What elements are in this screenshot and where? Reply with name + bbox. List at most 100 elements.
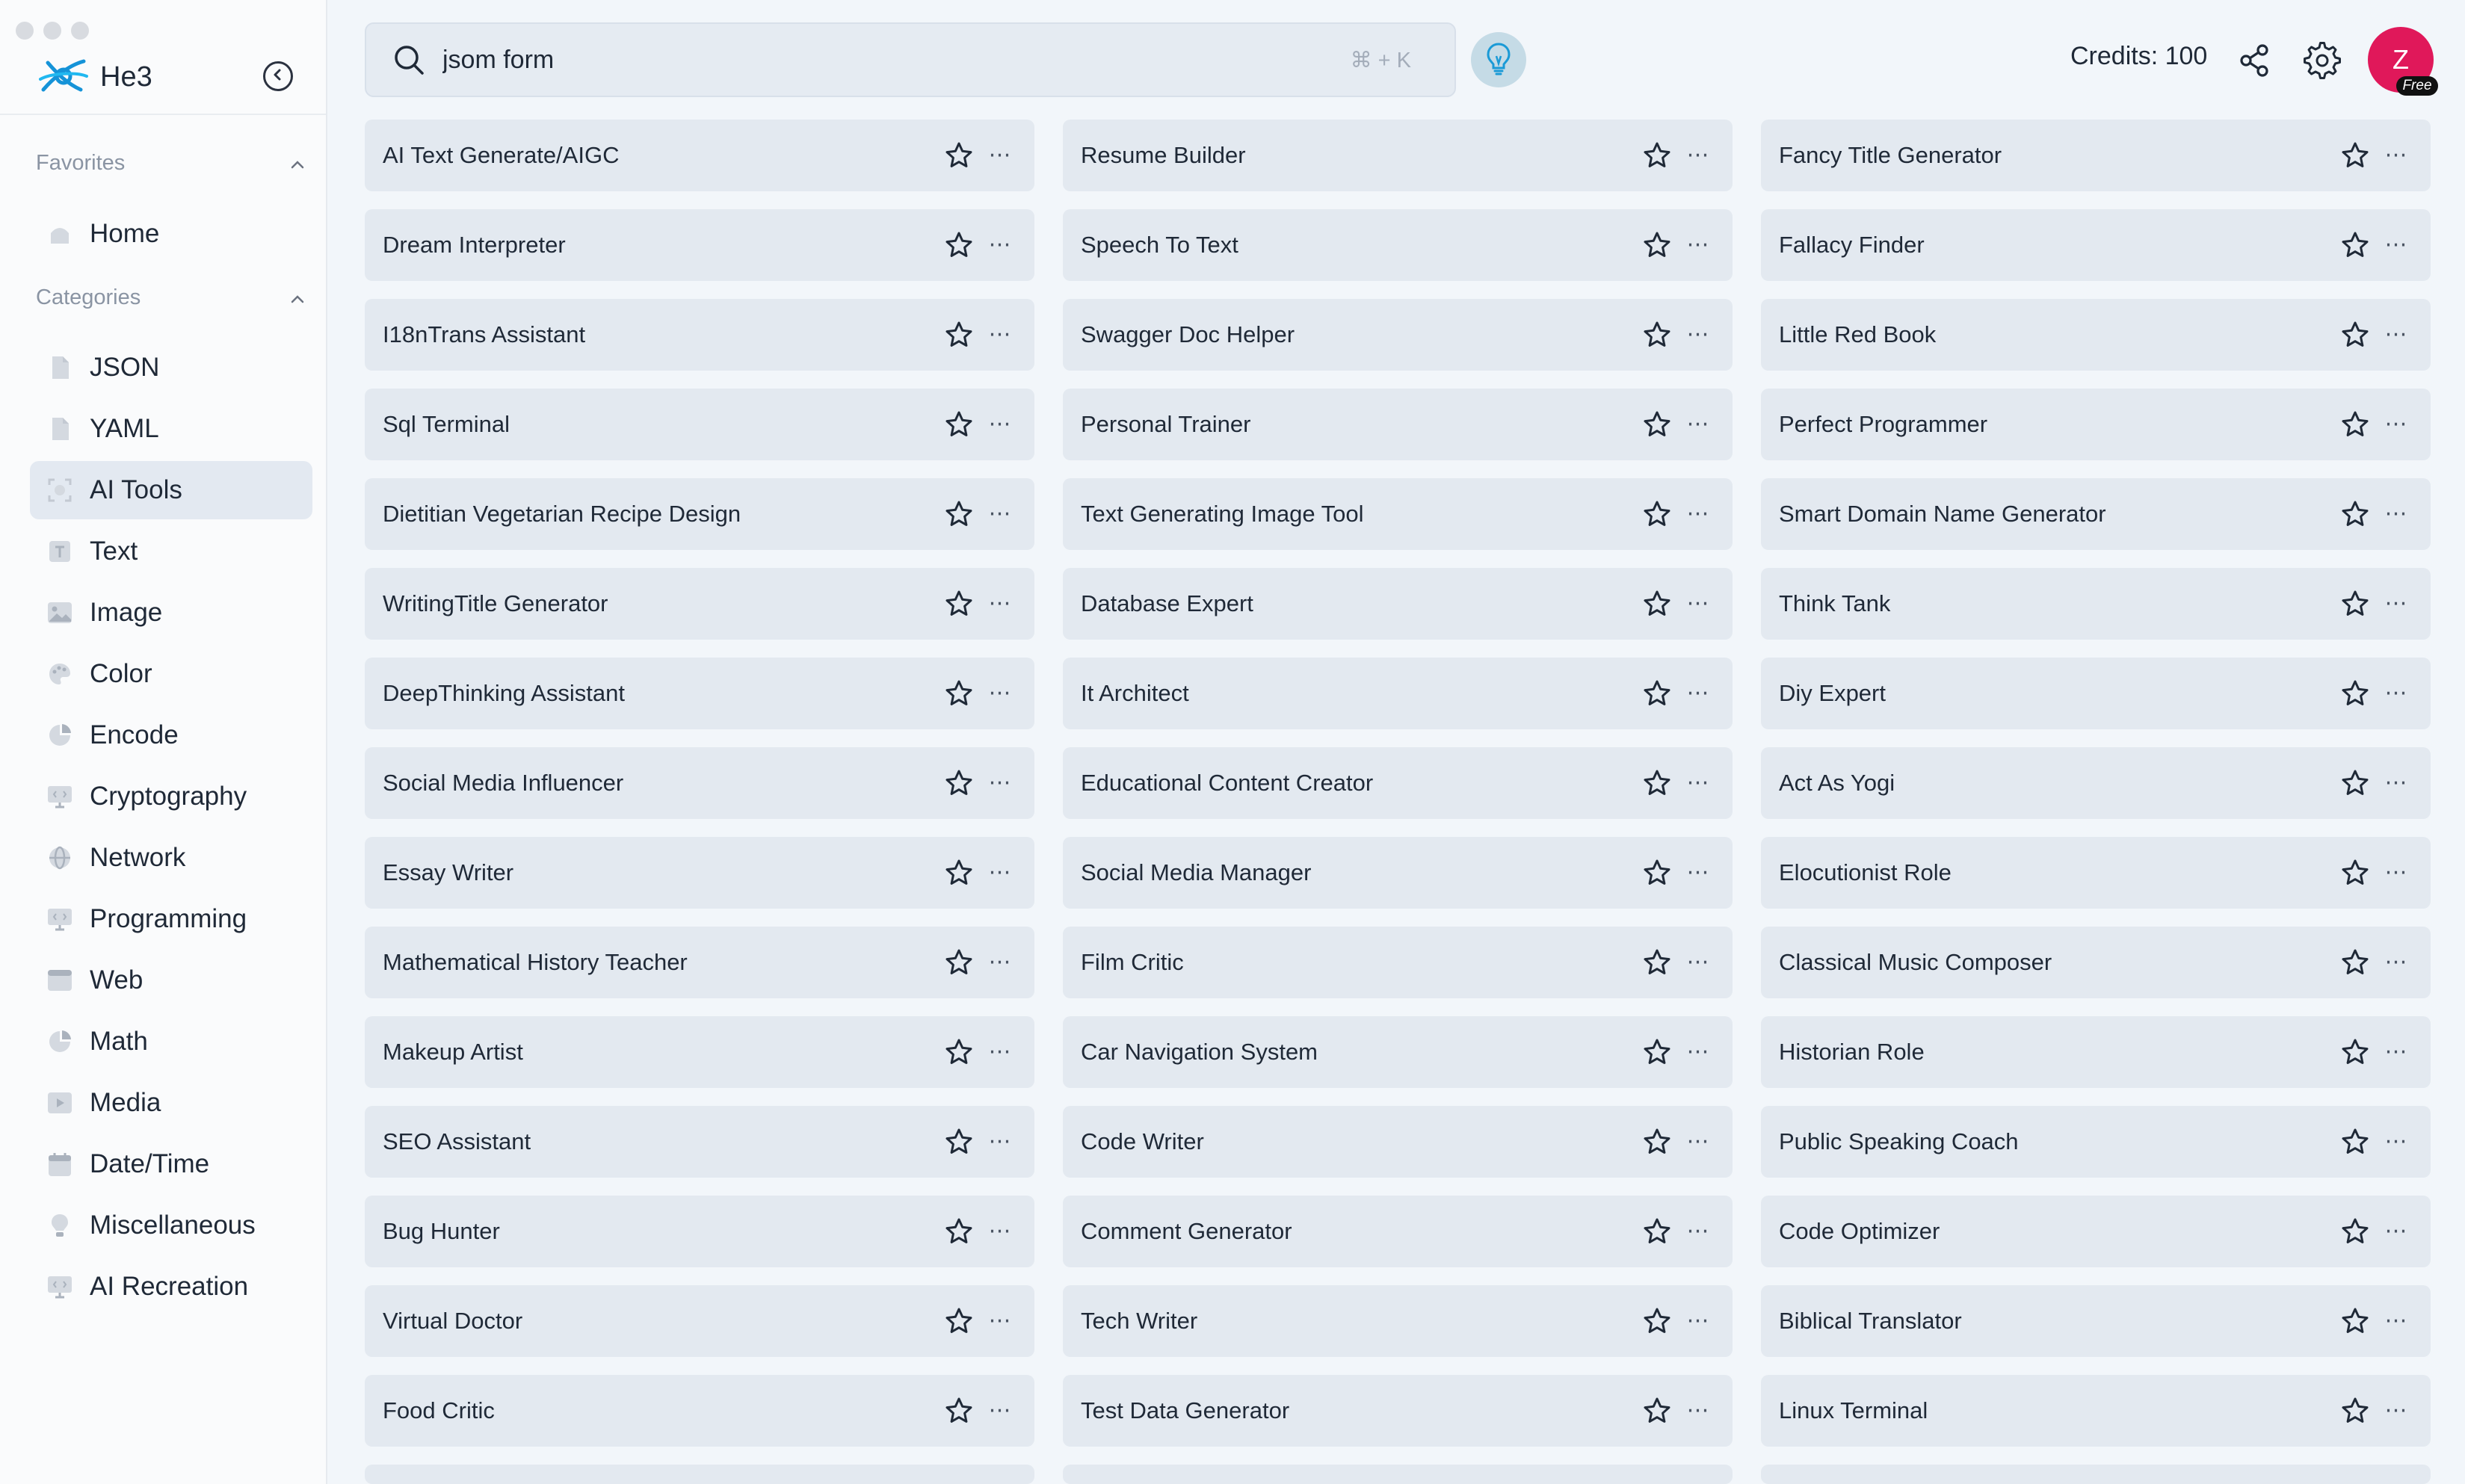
- collapse-sidebar-button[interactable]: [263, 61, 293, 91]
- tool-card[interactable]: Educational Content Creator ⋯: [1063, 747, 1733, 819]
- more-options-icon[interactable]: ⋯: [985, 589, 1015, 619]
- star-icon[interactable]: [943, 767, 975, 799]
- tool-card[interactable]: Social Media Influencer ⋯: [365, 747, 1034, 819]
- tool-card[interactable]: Swagger Doc Helper ⋯: [1063, 299, 1733, 371]
- tool-card[interactable]: Sql Terminal ⋯: [365, 389, 1034, 460]
- tool-card[interactable]: Little Red Book ⋯: [1761, 299, 2431, 371]
- star-icon[interactable]: [1641, 1036, 1673, 1068]
- tool-card[interactable]: Dream Interpreter ⋯: [365, 209, 1034, 281]
- sidebar-item-programming[interactable]: Programming: [30, 890, 312, 948]
- more-options-icon[interactable]: ⋯: [2381, 1216, 2411, 1246]
- tool-card[interactable]: [365, 1465, 1034, 1484]
- app-brand[interactable]: He3: [37, 57, 152, 98]
- star-icon[interactable]: [1641, 409, 1673, 440]
- tips-button[interactable]: [1471, 32, 1526, 87]
- more-options-icon[interactable]: ⋯: [2381, 1037, 2411, 1067]
- more-options-icon[interactable]: ⋯: [1683, 409, 1713, 439]
- more-options-icon[interactable]: ⋯: [985, 1127, 1015, 1157]
- tool-card[interactable]: Smart Domain Name Generator ⋯: [1761, 478, 2431, 550]
- star-icon[interactable]: [1641, 229, 1673, 261]
- tool-card[interactable]: Bug Hunter ⋯: [365, 1196, 1034, 1267]
- close-window-button[interactable]: [16, 22, 34, 40]
- more-options-icon[interactable]: ⋯: [985, 1216, 1015, 1246]
- star-icon[interactable]: [2339, 409, 2371, 440]
- more-options-icon[interactable]: ⋯: [985, 947, 1015, 977]
- star-icon[interactable]: [943, 1036, 975, 1068]
- categories-section-header[interactable]: Categories: [36, 285, 305, 310]
- star-icon[interactable]: [1641, 1126, 1673, 1157]
- share-button[interactable]: [2235, 40, 2275, 81]
- more-options-icon[interactable]: ⋯: [1683, 858, 1713, 888]
- tool-card[interactable]: Elocutionist Role ⋯: [1761, 837, 2431, 909]
- tool-card[interactable]: [1063, 1465, 1733, 1484]
- star-icon[interactable]: [943, 1395, 975, 1426]
- sidebar-item-miscellaneous[interactable]: Miscellaneous: [30, 1196, 312, 1255]
- more-options-icon[interactable]: ⋯: [2381, 1396, 2411, 1426]
- star-icon[interactable]: [943, 409, 975, 440]
- more-options-icon[interactable]: ⋯: [1683, 1396, 1713, 1426]
- tool-card[interactable]: Diy Expert ⋯: [1761, 658, 2431, 729]
- more-options-icon[interactable]: ⋯: [985, 678, 1015, 708]
- star-icon[interactable]: [943, 140, 975, 171]
- star-icon[interactable]: [1641, 947, 1673, 978]
- more-options-icon[interactable]: ⋯: [985, 858, 1015, 888]
- star-icon[interactable]: [943, 229, 975, 261]
- star-icon[interactable]: [1641, 857, 1673, 888]
- sidebar-item-media[interactable]: Media: [30, 1074, 312, 1132]
- tool-card[interactable]: Dietitian Vegetarian Recipe Design ⋯: [365, 478, 1034, 550]
- sidebar-item-yaml[interactable]: YAML: [30, 400, 312, 458]
- sidebar-item-cryptography[interactable]: Cryptography: [30, 767, 312, 826]
- star-icon[interactable]: [2339, 319, 2371, 350]
- star-icon[interactable]: [1641, 498, 1673, 530]
- sidebar-item-ai-tools[interactable]: AI Tools: [30, 461, 312, 519]
- more-options-icon[interactable]: ⋯: [985, 1037, 1015, 1067]
- star-icon[interactable]: [2339, 947, 2371, 978]
- tool-card[interactable]: SEO Assistant ⋯: [365, 1106, 1034, 1178]
- more-options-icon[interactable]: ⋯: [1683, 140, 1713, 170]
- tool-card[interactable]: Makeup Artist ⋯: [365, 1016, 1034, 1088]
- tool-card[interactable]: Film Critic ⋯: [1063, 927, 1733, 998]
- tool-card[interactable]: AI Text Generate/AIGC ⋯: [365, 120, 1034, 191]
- more-options-icon[interactable]: ⋯: [2381, 678, 2411, 708]
- star-icon[interactable]: [2339, 498, 2371, 530]
- settings-button[interactable]: [2301, 39, 2344, 82]
- more-options-icon[interactable]: ⋯: [1683, 1037, 1713, 1067]
- more-options-icon[interactable]: ⋯: [2381, 140, 2411, 170]
- star-icon[interactable]: [943, 1216, 975, 1247]
- star-icon[interactable]: [943, 1126, 975, 1157]
- star-icon[interactable]: [2339, 140, 2371, 171]
- more-options-icon[interactable]: ⋯: [1683, 768, 1713, 798]
- more-options-icon[interactable]: ⋯: [1683, 947, 1713, 977]
- more-options-icon[interactable]: ⋯: [2381, 320, 2411, 350]
- star-icon[interactable]: [2339, 1036, 2371, 1068]
- more-options-icon[interactable]: ⋯: [2381, 409, 2411, 439]
- more-options-icon[interactable]: ⋯: [2381, 589, 2411, 619]
- tool-card[interactable]: [1761, 1465, 2431, 1484]
- sidebar-item-encode[interactable]: Encode: [30, 706, 312, 764]
- star-icon[interactable]: [2339, 1305, 2371, 1337]
- more-options-icon[interactable]: ⋯: [2381, 858, 2411, 888]
- more-options-icon[interactable]: ⋯: [985, 409, 1015, 439]
- minimize-window-button[interactable]: [43, 22, 61, 40]
- star-icon[interactable]: [943, 1305, 975, 1337]
- tool-card[interactable]: Tech Writer ⋯: [1063, 1285, 1733, 1357]
- more-options-icon[interactable]: ⋯: [1683, 678, 1713, 708]
- sidebar-item-ai-recreation[interactable]: AI Recreation: [30, 1258, 312, 1316]
- star-icon[interactable]: [1641, 1305, 1673, 1337]
- more-options-icon[interactable]: ⋯: [1683, 1306, 1713, 1336]
- star-icon[interactable]: [2339, 678, 2371, 709]
- more-options-icon[interactable]: ⋯: [985, 320, 1015, 350]
- tool-card[interactable]: It Architect ⋯: [1063, 658, 1733, 729]
- tool-card[interactable]: Act As Yogi ⋯: [1761, 747, 2431, 819]
- search-input[interactable]: [441, 44, 1351, 75]
- star-icon[interactable]: [2339, 767, 2371, 799]
- more-options-icon[interactable]: ⋯: [1683, 499, 1713, 529]
- tool-card[interactable]: Text Generating Image Tool ⋯: [1063, 478, 1733, 550]
- star-icon[interactable]: [943, 319, 975, 350]
- more-options-icon[interactable]: ⋯: [1683, 230, 1713, 260]
- more-options-icon[interactable]: ⋯: [985, 499, 1015, 529]
- sidebar-item-home[interactable]: Home: [30, 205, 312, 263]
- tool-card[interactable]: I18nTrans Assistant ⋯: [365, 299, 1034, 371]
- star-icon[interactable]: [943, 588, 975, 619]
- star-icon[interactable]: [2339, 588, 2371, 619]
